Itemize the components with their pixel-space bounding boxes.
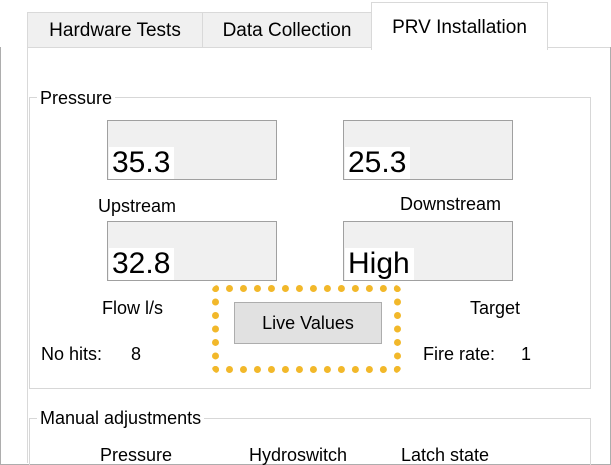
tab-data-collection[interactable]: Data Collection	[202, 12, 372, 48]
target-value: High	[345, 248, 414, 280]
no-hits-value: 8	[131, 344, 142, 364]
manual-adjustments-title: Manual adjustments	[37, 407, 205, 429]
flow-label: Flow l/s	[102, 298, 164, 318]
pressure-column-label: Pressure	[100, 445, 173, 465]
tab-prv-installation[interactable]: PRV Installation	[371, 2, 548, 50]
live-values-button[interactable]: Live Values	[234, 302, 382, 344]
fire-rate-value: 1	[521, 344, 532, 364]
upstream-label: Upstream	[98, 196, 177, 216]
upstream-value: 35.3	[109, 147, 175, 179]
fire-rate-label: Fire rate:	[423, 344, 496, 364]
hydroswitch-column-label: Hydroswitch	[249, 445, 348, 465]
downstream-readout: 25.3	[343, 120, 513, 180]
flow-value: 32.8	[109, 248, 175, 280]
flow-readout: 32.8	[107, 221, 277, 281]
downstream-value: 25.3	[345, 147, 411, 179]
pressure-group-title: Pressure	[37, 87, 116, 109]
downstream-label: Downstream	[400, 194, 502, 214]
no-hits-label: No hits:	[41, 344, 103, 364]
upstream-readout: 35.3	[107, 120, 277, 180]
target-label: Target	[470, 298, 521, 318]
latch-state-column-label: Latch state	[401, 445, 490, 465]
target-readout: High	[343, 221, 513, 281]
tab-hardware-tests[interactable]: Hardware Tests	[27, 12, 203, 48]
